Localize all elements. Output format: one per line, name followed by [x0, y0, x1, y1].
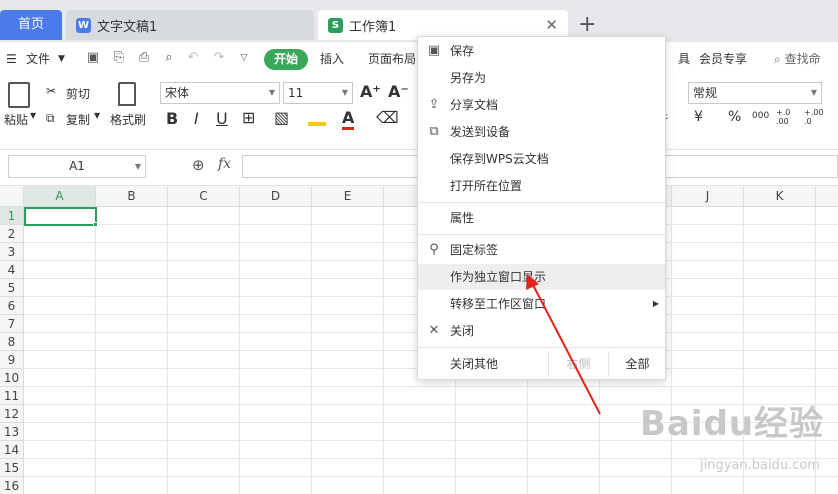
arrow-head	[526, 274, 539, 290]
annotation-arrow	[526, 274, 601, 415]
arrow-line	[531, 282, 601, 415]
